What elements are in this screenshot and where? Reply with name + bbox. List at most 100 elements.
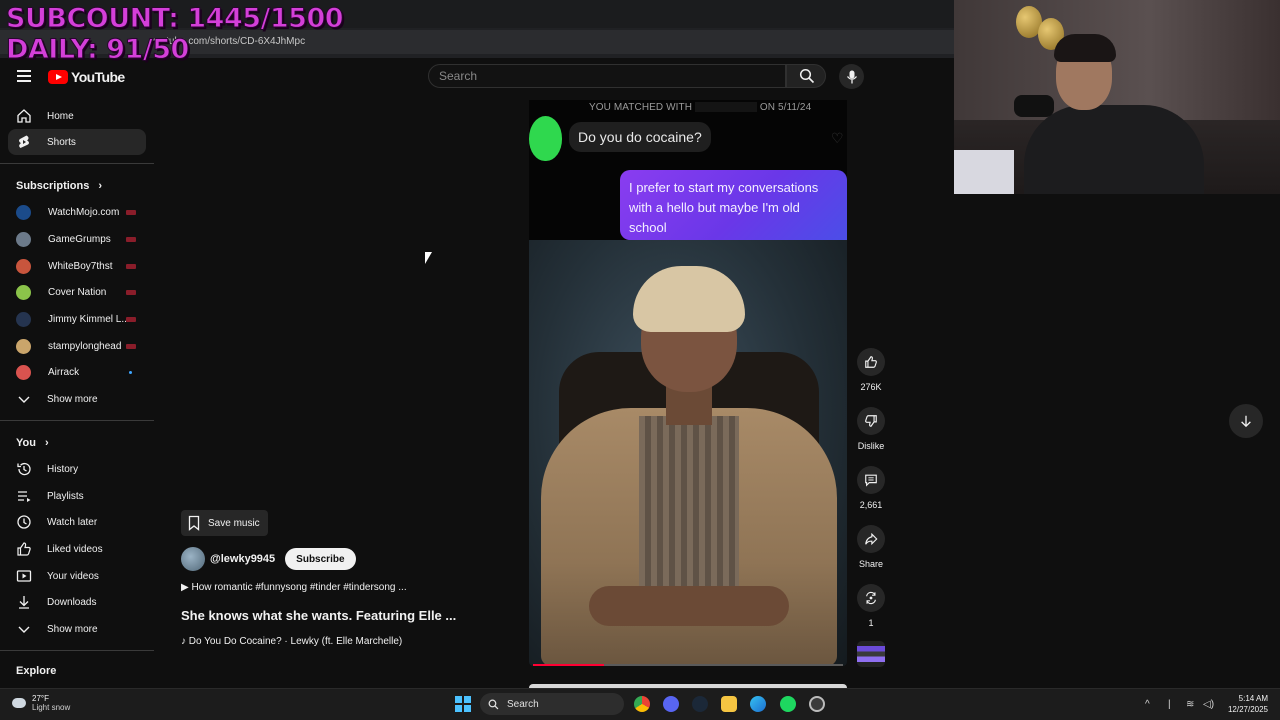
discord-icon[interactable] [663,696,679,712]
you-heading[interactable]: You › [16,437,49,449]
remix-button-circle[interactable] [857,584,885,612]
sidebar-subscription[interactable]: Airrack [16,362,146,382]
like-button-circle[interactable] [857,348,885,376]
share-button[interactable]: Share [857,525,885,569]
save-music-button[interactable]: Save music [181,510,268,536]
chevron-up-icon[interactable]: ^ [1145,699,1150,710]
weather-widget[interactable]: 27°F Light snow [12,694,70,712]
taskbar-search[interactable]: Search [480,693,624,715]
streamer-body [1024,105,1204,194]
volume-icon[interactable]: ◁) [1203,699,1214,710]
wifi-icon[interactable]: ≋ [1186,699,1194,710]
channel-name: stampylonghead [48,340,122,352]
sidebar-item-watch-later[interactable]: Watch later [8,509,146,535]
watch-later-icon [17,515,31,529]
comments-button[interactable]: 2,661 [857,466,885,510]
taskbar-clock[interactable]: 5:14 AM 12/27/2025 [1220,693,1268,715]
share-button-circle[interactable] [857,525,885,553]
sidebar-item-shorts[interactable]: Shorts [8,129,146,155]
dislike-button-circle[interactable] [857,407,885,435]
sidebar-subscription[interactable]: Cover Nation [16,282,146,302]
live-indicator-icon [126,317,136,322]
search-icon [799,68,815,84]
live-indicator-icon [126,237,136,242]
spotify-icon[interactable] [780,696,796,712]
microphone-icon [846,70,857,83]
profile-avatar [529,116,562,161]
chevron-down-icon [18,626,30,633]
sidebar-item-liked-videos[interactable]: Liked videos [8,536,146,562]
next-short-button[interactable] [1229,404,1263,438]
person-hat [633,266,745,332]
remix-button[interactable]: 1 [857,584,885,628]
sidebar-subscription[interactable]: GameGrumps [16,229,146,249]
search-input[interactable] [429,65,785,87]
description-text: How romantic #funnysong #tinder #tinders… [191,582,407,593]
comment-icon [865,474,877,487]
video-frame [529,240,847,666]
subscriptions-heading[interactable]: Subscriptions › [16,180,102,192]
sidebar-subscription[interactable]: stampylonghead [16,336,146,356]
chevron-right-icon: › [98,180,103,192]
live-indicator-icon [126,264,136,269]
dislike-button[interactable]: Dislike [857,407,885,451]
shorts-player[interactable]: YOU MATCHED WITH ON 5/11/24 Do you do co… [529,100,847,666]
received-message: Do you do cocaine? [569,122,711,152]
search-box[interactable] [428,64,786,88]
like-count: 276K [860,382,882,392]
sidebar-item-your-videos[interactable]: Your videos [8,563,146,589]
sidebar-subscription[interactable]: Jimmy Kimmel L... [16,309,146,329]
show-more-subscriptions[interactable]: Show more [8,386,146,412]
divider [0,650,154,651]
menu-icon[interactable] [17,70,31,82]
video-title[interactable]: She knows what she wants. Featuring Elle… [181,608,456,623]
youtube-logo[interactable]: YouTube [48,69,125,85]
windows-start-icon[interactable] [455,696,471,712]
description-line[interactable]: ▶ How romantic #funnysong #tinder #tinde… [181,582,407,593]
subscribe-button[interactable]: Subscribe [285,548,356,570]
desk-equipment [954,150,1014,194]
weather-condition: Light snow [32,703,71,712]
live-indicator-icon [126,344,136,349]
search-button[interactable] [786,64,826,88]
sidebar-item-history[interactable]: History [8,456,146,482]
chrome-icon[interactable] [634,696,650,712]
sidebar-subscription[interactable]: WhiteBoy7thst [16,256,146,276]
steam-icon[interactable] [692,696,708,712]
channel-avatar [16,231,31,247]
channel-name[interactable]: @lewky9945 [210,553,275,565]
sidebar-item-home[interactable]: Home [8,103,146,129]
streamer-hair [1054,34,1116,62]
share-label: Share [858,559,884,569]
show-more-you[interactable]: Show more [8,616,146,642]
clock-date: 12/27/2025 [1227,705,1268,714]
channel-row: @lewky9945 Subscribe [181,547,356,571]
save-music-label: Save music [208,517,260,529]
channel-avatar [16,338,31,354]
video-progress-fill [533,664,605,666]
voice-search-button[interactable] [839,64,864,89]
video-progress-bar[interactable] [533,664,843,666]
settings-gear-icon[interactable] [809,696,825,712]
thumbs-down-icon [865,415,877,427]
microphone-tray-icon[interactable]: | [1168,699,1171,710]
new-content-dot-icon [129,371,132,374]
like-button[interactable]: 276K [857,348,885,392]
taskbar-search-label: Search [507,698,539,710]
sidebar-item-downloads[interactable]: Downloads [8,589,146,615]
folder-icon[interactable] [721,696,737,712]
channel-avatar [16,311,31,327]
sidebar-item-playlists[interactable]: Playlists [8,483,146,509]
sound-link[interactable]: ♪ Do You Do Cocaine? · Lewky (ft. Elle M… [181,636,402,647]
edge-icon[interactable] [750,696,766,712]
sidebar-subscription[interactable]: WatchMojo.com [16,202,146,222]
search-icon [488,699,499,709]
sound-thumbnail[interactable] [857,641,885,667]
channel-avatar [16,258,31,274]
comments-button-circle[interactable] [857,466,885,494]
live-indicator-icon [126,290,136,295]
youtube-logo-text: YouTube [71,69,125,85]
channel-avatar[interactable] [181,547,205,571]
your-videos-icon [16,570,32,582]
channel-avatar [16,204,31,220]
